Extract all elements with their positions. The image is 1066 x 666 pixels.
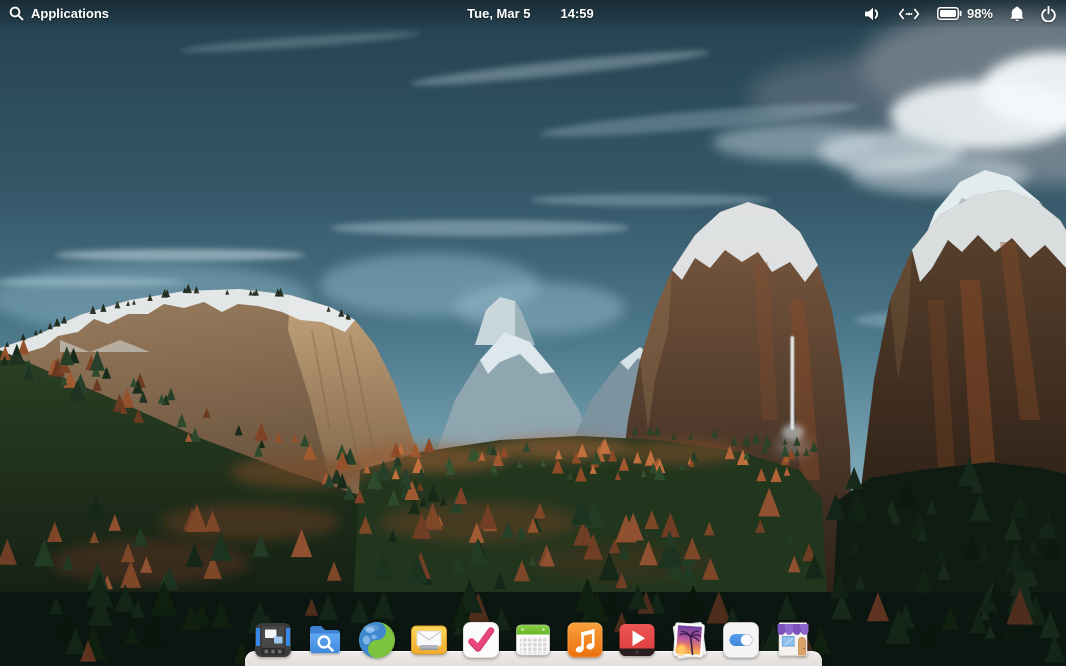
datetime-widget[interactable]: Tue, Mar 5 14:59 <box>467 0 594 27</box>
toggle-switch-icon <box>721 620 761 660</box>
dock-icon-appcenter[interactable] <box>773 620 813 660</box>
storefront-icon <box>773 620 813 660</box>
battery-full-icon <box>937 7 962 20</box>
dock-icon-music[interactable] <box>565 620 605 660</box>
top-panel: Applications Tue, Mar 5 14:59 98% <box>0 0 1066 27</box>
indicator-area: 98% <box>864 0 1056 27</box>
notifications-indicator[interactable] <box>1010 6 1024 22</box>
dock-icon-videos[interactable] <box>617 620 657 660</box>
play-icon <box>617 620 657 660</box>
dock-icon-system-settings[interactable] <box>721 620 761 660</box>
globe-icon <box>357 620 397 660</box>
dock-icon-calendar[interactable] <box>513 620 553 660</box>
workspaces-icon <box>253 620 293 660</box>
dock-icon-multitasking-view[interactable] <box>253 620 293 660</box>
music-note-icon <box>565 620 605 660</box>
applications-menu[interactable]: Applications <box>9 0 109 27</box>
time-label: 14:59 <box>561 6 594 21</box>
battery-percent: 98% <box>967 6 993 21</box>
power-icon <box>1041 6 1056 22</box>
dock-icon-files[interactable] <box>305 620 345 660</box>
date-label: Tue, Mar 5 <box>467 6 530 21</box>
session-indicator[interactable] <box>1041 6 1056 22</box>
network-indicator[interactable] <box>898 8 920 20</box>
desktop-wallpaper <box>0 0 1066 666</box>
speaker-volume-icon <box>864 7 881 21</box>
network-wired-icon <box>898 8 920 20</box>
calendar-grid-icon <box>513 620 553 660</box>
applications-label: Applications <box>31 6 109 21</box>
dock-icon-tasks[interactable] <box>461 620 501 660</box>
battery-indicator[interactable]: 98% <box>937 6 993 21</box>
dock-icon-web-browser[interactable] <box>357 620 397 660</box>
bell-icon <box>1010 6 1024 22</box>
dock-icon-photos[interactable] <box>669 620 709 660</box>
dock-icon-mail[interactable] <box>409 620 449 660</box>
search-icon <box>9 6 24 21</box>
photo-stack-icon <box>669 620 709 660</box>
dock-icons <box>253 618 813 660</box>
sound-indicator[interactable] <box>864 7 881 21</box>
desktop: { "topbar": { "app_menu": { "label": "Ap… <box>0 0 1066 666</box>
checkmark-icon <box>461 620 501 660</box>
envelope-icon <box>409 620 449 660</box>
folder-search-icon <box>305 620 345 660</box>
